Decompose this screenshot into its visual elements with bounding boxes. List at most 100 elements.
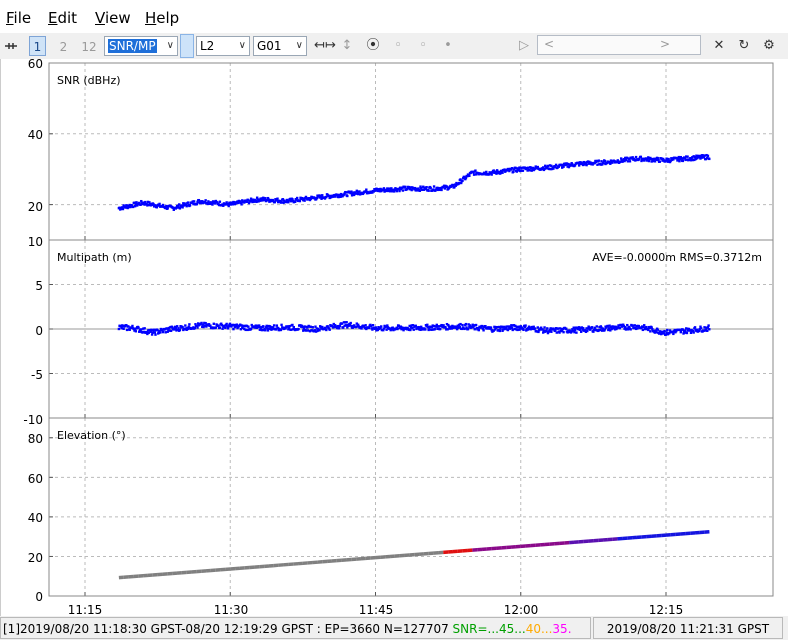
multipath-point: [143, 327, 146, 330]
multipath-point: [595, 325, 598, 328]
close-icon[interactable]: ✕: [710, 36, 728, 56]
panel-frame: [48, 62, 774, 241]
x-tick: 11:15: [68, 603, 103, 616]
multipath-point: [533, 327, 537, 330]
data-points: [117, 153, 711, 580]
menu-help-rest: elp: [156, 9, 180, 27]
snr-point: [188, 204, 192, 207]
satellite-select[interactable]: G01 ∨: [253, 36, 307, 56]
snr-point: [521, 169, 525, 172]
splitter-handle[interactable]: [180, 34, 194, 58]
time-slider[interactable]: < >: [537, 35, 701, 55]
frame-1-toggle[interactable]: 1: [29, 36, 46, 56]
plot-type-value: SNR/MP: [108, 39, 157, 53]
multipath-point: [466, 327, 470, 331]
toolbar-grip-icon: [2, 36, 20, 56]
frequency-select[interactable]: L2 ∨: [196, 36, 250, 56]
multipath-point: [188, 323, 191, 326]
x-tick: 12:00: [504, 603, 539, 616]
multipath-point: [311, 326, 314, 329]
snr-point: [485, 170, 488, 174]
large-marker-icon[interactable]: •: [439, 36, 457, 56]
frame-12-toggle[interactable]: 12: [78, 36, 100, 56]
snr-point: [365, 188, 368, 191]
slider-right-arrow[interactable]: >: [660, 37, 670, 51]
snr-point: [403, 185, 407, 189]
snr-point: [628, 160, 632, 163]
multipath-point: [184, 324, 187, 327]
multipath-point: [586, 329, 589, 333]
multipath-point: [426, 323, 429, 327]
menu-edit[interactable]: Edit: [48, 9, 77, 27]
snr-point: [346, 194, 349, 198]
multipath-point: [685, 331, 689, 335]
slider-left-arrow[interactable]: <: [544, 37, 554, 51]
multipath-point: [117, 327, 121, 331]
snr-point: [295, 196, 299, 200]
snr-point: [218, 200, 222, 203]
snr-point: [468, 174, 471, 178]
snr-legend-40: 40...: [525, 622, 553, 636]
multipath-point: [477, 328, 481, 332]
fit-horizontal-icon[interactable]: ↤↦: [314, 36, 336, 56]
multipath-point: [161, 330, 165, 334]
multipath-point: [349, 321, 352, 325]
snr-point: [461, 179, 464, 182]
center-origin-icon[interactable]: ⦿: [364, 36, 382, 56]
status-range: [1]2019/08/20 11:18:30 GPST-08/20 12:19:…: [0, 617, 591, 639]
multipath-point: [159, 331, 162, 334]
multipath-point: [629, 328, 632, 331]
play-icon[interactable]: ▷: [515, 36, 533, 56]
plot-type-select[interactable]: SNR/MP ∨: [104, 36, 178, 56]
multipath-point: [345, 321, 348, 324]
snr-point: [240, 203, 243, 206]
multipath-point: [461, 323, 464, 327]
multipath-point: [247, 325, 250, 328]
snr-point: [303, 199, 306, 202]
snr-legend-35: 35.: [552, 622, 572, 636]
multipath-point: [546, 327, 549, 330]
snr-point: [490, 173, 493, 176]
snr-point: [276, 197, 279, 200]
multipath-point: [692, 331, 695, 334]
satellite-value: G01: [257, 39, 282, 53]
multipath-point: [582, 327, 585, 330]
multipath-point: [262, 325, 265, 328]
multipath-ytick: 5: [35, 279, 43, 293]
medium-marker-icon[interactable]: ◦: [414, 36, 432, 56]
plot-canvas[interactable]: SNR (dBHz) Multipath (m) AVE=-0.0000m RM…: [1, 59, 788, 616]
snr-ytick: 10: [28, 235, 43, 249]
multipath-point: [666, 328, 669, 332]
snr-legend-snr: SNR=...: [452, 622, 499, 636]
multipath-point: [131, 324, 134, 328]
multipath-point: [297, 327, 300, 331]
multipath-point: [154, 333, 157, 336]
snr-point: [321, 194, 324, 197]
snr-ytick: 40: [28, 128, 43, 142]
elevation-panel-label: Elevation (°): [57, 429, 126, 442]
frame-2-toggle[interactable]: 2: [55, 36, 72, 56]
multipath-point: [178, 328, 182, 332]
snr-point: [440, 188, 443, 192]
gear-icon[interactable]: ⚙: [760, 36, 778, 56]
fit-vertical-icon[interactable]: ↕: [338, 36, 356, 56]
menu-file-rest: ile: [13, 9, 32, 27]
plot-area[interactable]: SNR (dBHz) Multipath (m) AVE=-0.0000m RM…: [0, 59, 788, 616]
menu-view[interactable]: View: [95, 9, 131, 27]
snr-point: [192, 200, 196, 203]
multipath-point: [573, 328, 577, 332]
small-marker-icon[interactable]: ◦: [389, 36, 407, 56]
panel-frame: [48, 417, 774, 597]
snr-point: [204, 199, 207, 202]
menu-file[interactable]: File: [6, 9, 31, 27]
multipath-point: [272, 324, 276, 327]
multipath-point: [590, 326, 594, 329]
snr-point: [708, 157, 711, 161]
reload-icon[interactable]: ↻: [735, 36, 753, 56]
multipath-point: [328, 328, 331, 331]
menu-help[interactable]: Help: [145, 9, 179, 27]
multipath-point: [464, 322, 468, 326]
elevation-ytick: 80: [28, 432, 43, 446]
multipath-ytick: -5: [31, 368, 43, 382]
snr-point: [186, 201, 190, 204]
